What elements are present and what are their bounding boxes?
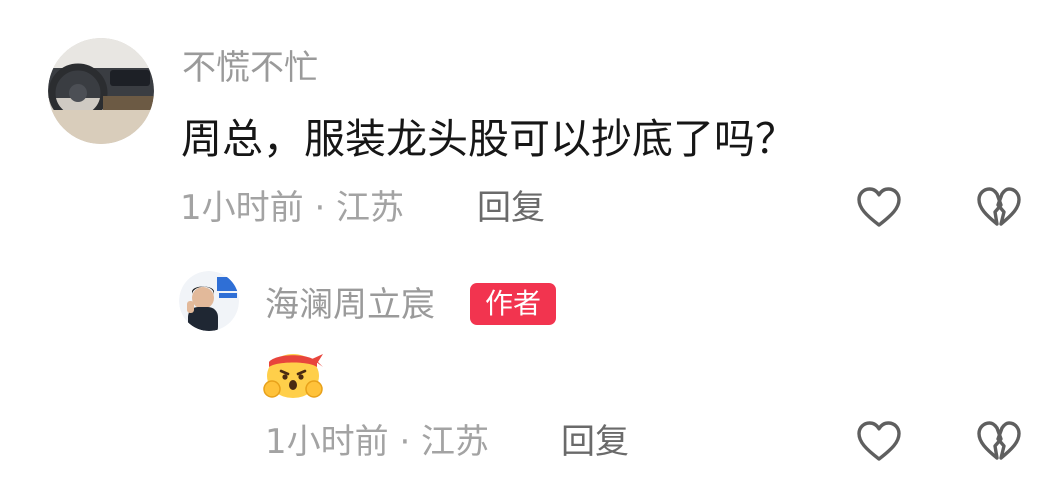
reply-meta: 1小时前 · 江苏 [265, 422, 490, 462]
angry-headband-emoji [262, 345, 324, 400]
reply-avatar[interactable] [179, 271, 239, 331]
comment-username[interactable]: 不慌不忙 [182, 48, 318, 88]
reply-button[interactable]: 回复 [477, 188, 545, 228]
heart-outline-icon [857, 421, 901, 461]
reply-reply-button[interactable]: 回复 [561, 422, 629, 462]
reply-username[interactable]: 海澜周立宸 [265, 285, 435, 325]
avatar[interactable] [48, 38, 154, 144]
dislike-button[interactable] [974, 182, 1024, 232]
comment-text: 周总，服装龙头股可以抄底了吗？ [181, 115, 796, 163]
broken-heart-icon [977, 187, 1021, 226]
like-button[interactable] [854, 182, 904, 232]
reply-dislike-button[interactable] [974, 416, 1024, 466]
car-interior-avatar-image [48, 38, 154, 144]
heart-outline-icon [857, 187, 901, 227]
angry-headband-emoji-icon [263, 354, 323, 398]
comment-meta: 1小时前 · 江苏 [180, 188, 405, 228]
author-badge: 作者 [470, 283, 556, 325]
broken-heart-icon [977, 421, 1021, 460]
person-avatar-image [179, 271, 239, 331]
reply-like-button[interactable] [854, 416, 904, 466]
